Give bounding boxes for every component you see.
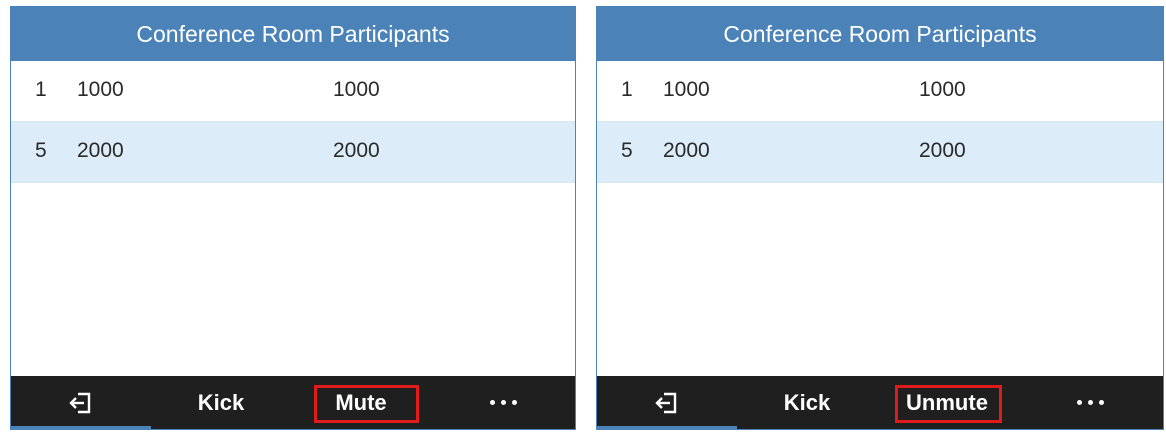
more-softkey[interactable] bbox=[1017, 376, 1163, 429]
participant-name: 1000 bbox=[333, 78, 380, 101]
unmute-softkey[interactable]: Unmute bbox=[877, 376, 1017, 429]
participant-name: 2000 bbox=[333, 139, 380, 162]
softkey-focus-indicator bbox=[11, 426, 151, 429]
participant-row-selected[interactable]: 5 2000 2000 bbox=[11, 122, 575, 183]
participant-number: 1000 bbox=[663, 78, 710, 101]
participant-index: 5 bbox=[35, 139, 47, 162]
more-softkey[interactable] bbox=[431, 376, 575, 429]
softkey-focus-indicator bbox=[597, 426, 737, 429]
phone-screen-right: Conference Room Participants 1 1000 1000… bbox=[596, 6, 1164, 430]
softkey-bar: Kick Unmute bbox=[597, 376, 1163, 429]
participant-name: 1000 bbox=[919, 78, 966, 101]
more-dots-icon bbox=[489, 400, 517, 405]
participant-number: 2000 bbox=[77, 139, 124, 162]
page-title: Conference Room Participants bbox=[11, 7, 575, 61]
participant-row[interactable]: 1 1000 1000 bbox=[11, 61, 575, 122]
mute-softkey[interactable]: Mute bbox=[291, 376, 431, 429]
participant-index: 5 bbox=[621, 139, 633, 162]
exit-softkey[interactable] bbox=[597, 376, 737, 429]
participant-number: 1000 bbox=[77, 78, 124, 101]
exit-icon bbox=[655, 392, 677, 413]
participant-index: 1 bbox=[35, 78, 47, 101]
exit-icon bbox=[69, 392, 91, 413]
participant-index: 1 bbox=[621, 78, 633, 101]
phone-screen-left: Conference Room Participants 1 1000 1000… bbox=[10, 6, 576, 430]
participant-number: 2000 bbox=[663, 139, 710, 162]
more-dots-icon bbox=[1076, 400, 1104, 405]
kick-softkey[interactable]: Kick bbox=[151, 376, 291, 429]
participant-name: 2000 bbox=[919, 139, 966, 162]
exit-softkey[interactable] bbox=[11, 376, 151, 429]
page-title: Conference Room Participants bbox=[597, 7, 1163, 61]
participant-row[interactable]: 1 1000 1000 bbox=[597, 61, 1163, 122]
softkey-bar: Kick Mute bbox=[11, 376, 575, 429]
participant-row-selected[interactable]: 5 2000 2000 bbox=[597, 122, 1163, 183]
kick-softkey[interactable]: Kick bbox=[737, 376, 877, 429]
